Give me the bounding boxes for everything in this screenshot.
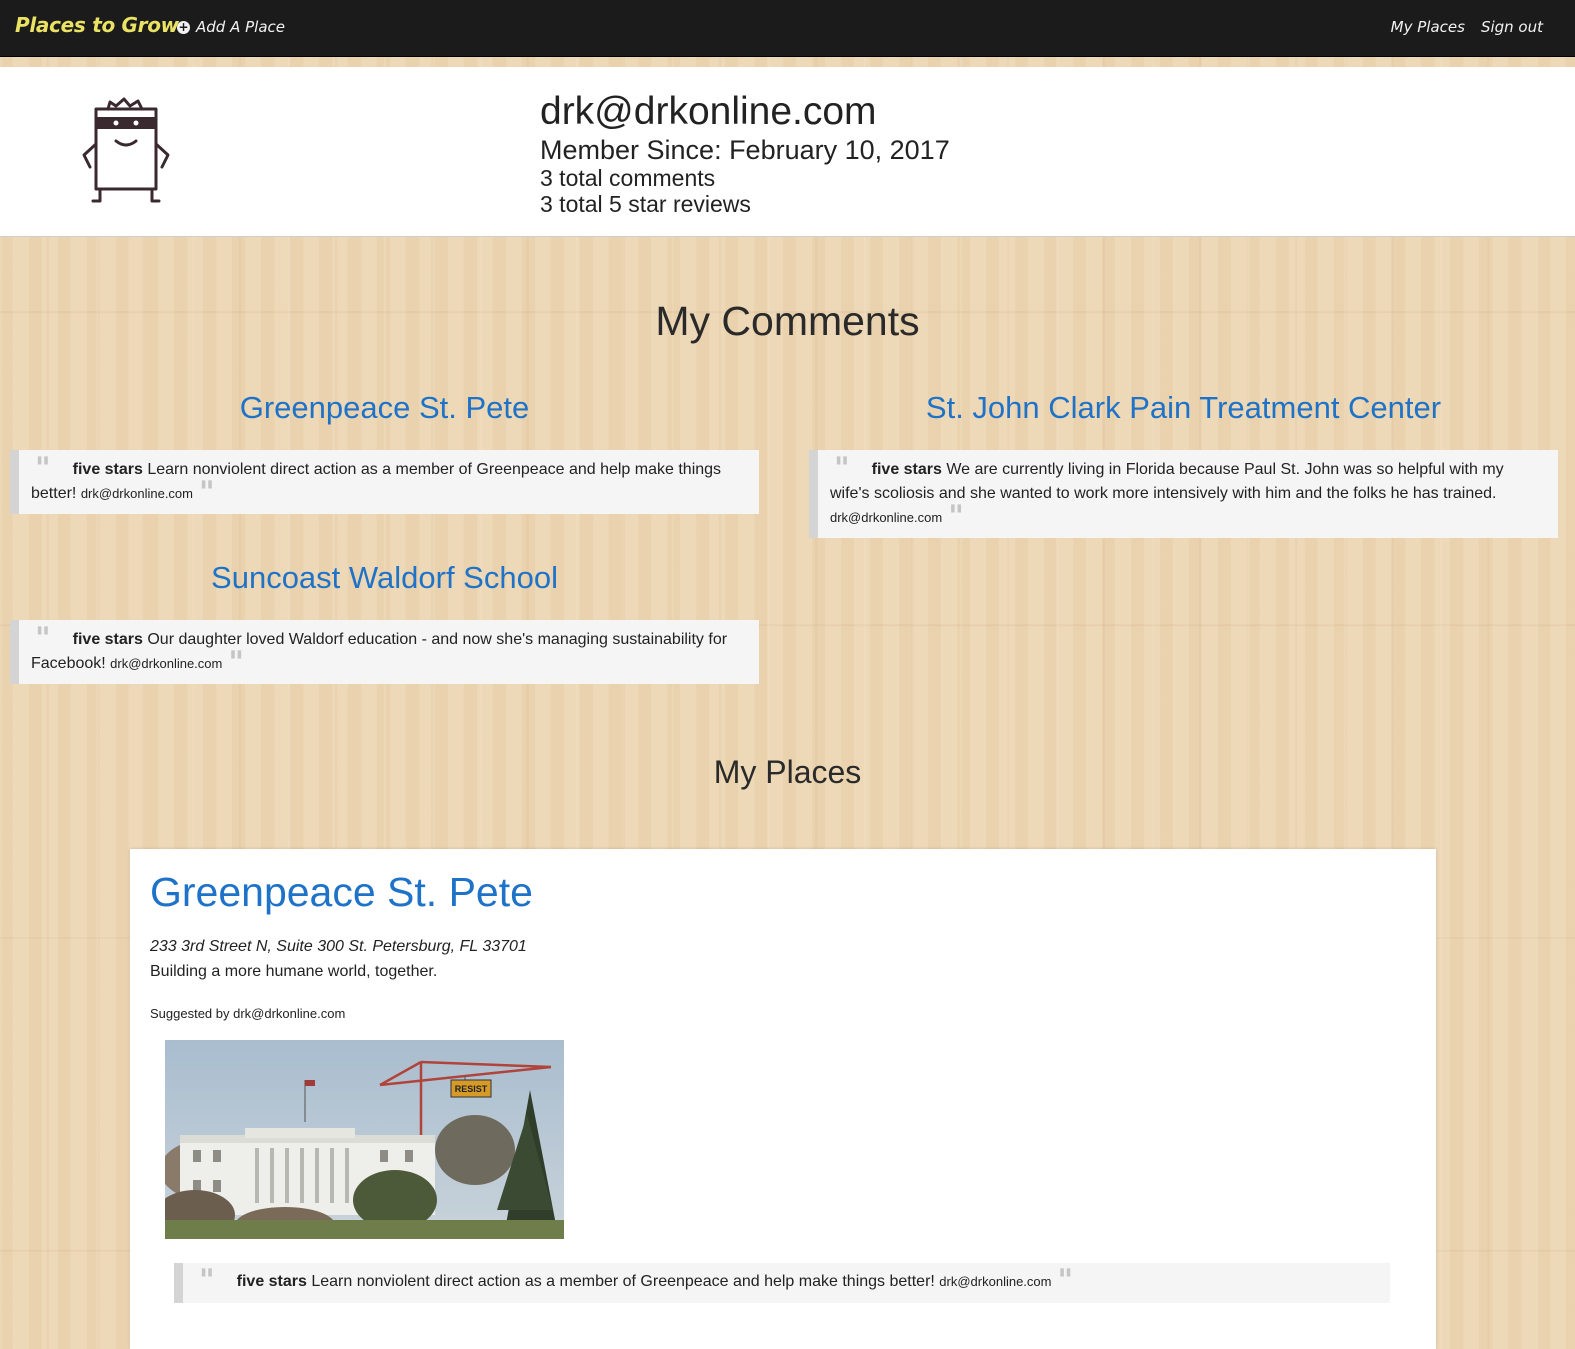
close-quote-icon: " [228,645,244,680]
my-places-link[interactable]: My Places [1391,18,1465,36]
profile-email: drk@drkonline.com [540,90,877,133]
comment-author[interactable]: drk@drkonline.com [830,510,942,525]
profile-info: drk@drkonline.com Member Since: February… [540,89,950,217]
comment-place-link[interactable]: Suncoast Waldorf School [10,560,759,596]
comment-author[interactable]: drk@drkonline.com [939,1274,1051,1289]
comment-quote: " five stars We are currently living in F… [809,450,1558,538]
place-address: 233 3rd Street N, Suite 300 St. Petersbu… [150,938,527,955]
user-avatar-icon [82,97,170,203]
close-quote-icon: " [948,499,964,534]
open-quote-icon: " [199,1263,215,1298]
top-navbar: Places to Grow + Add A Place My Places S… [0,0,1575,57]
place-suggested-by: Suggested by drk@drkonline.com [150,1006,346,1021]
place-photo: RESIST [165,1040,564,1239]
comment-rating: five stars [72,461,143,478]
place-card: Greenpeace St. Pete 233 3rd Street N, Su… [130,849,1436,1349]
nav-right-links: My Places Sign out [1391,18,1543,36]
profile-header: drk@drkonline.com Member Since: February… [0,67,1575,237]
add-place-link[interactable]: + Add A Place [177,18,285,36]
photo-banner-text: RESIST [455,1084,488,1094]
comment-place-link[interactable]: Greenpeace St. Pete [10,390,759,426]
open-quote-icon: " [35,621,51,656]
total-five-star-reviews: 3 total 5 star reviews [540,191,751,217]
member-since: Member Since: February 10, 2017 [540,135,950,165]
my-places-heading: My Places [713,754,862,790]
plus-circle-icon: + [177,20,190,34]
sign-out-link[interactable]: Sign out [1481,18,1543,36]
close-quote-icon: " [1057,1263,1074,1298]
place-comment-quote: " five stars Learn nonviolent direct acti… [174,1263,1390,1303]
open-quote-icon: " [35,451,51,486]
comment-rating: five stars [72,631,143,648]
comment-rating: five stars [236,1273,307,1290]
brand-logo-link[interactable]: Places to Grow [15,13,179,37]
place-tagline: Building a more humane world, together. [150,963,438,980]
comment-quote: " five stars Our daughter loved Waldorf e… [10,620,759,684]
my-comments-heading: My Comments [655,298,920,344]
close-quote-icon: " [199,475,215,510]
comment-author[interactable]: drk@drkonline.com [110,656,222,671]
comment-rating: five stars [871,461,942,478]
comment-place-link[interactable]: St. John Clark Pain Treatment Center [809,390,1558,426]
total-comments: 3 total comments [540,165,716,191]
open-quote-icon: " [834,451,850,486]
comment-quote: " five stars Learn nonviolent direct acti… [10,450,759,514]
add-place-label: Add A Place [196,18,285,36]
place-title-link[interactable]: Greenpeace St. Pete [150,869,533,916]
comment-text: Learn nonviolent direct action as a memb… [311,1273,935,1290]
comment-author[interactable]: drk@drkonline.com [81,486,193,501]
